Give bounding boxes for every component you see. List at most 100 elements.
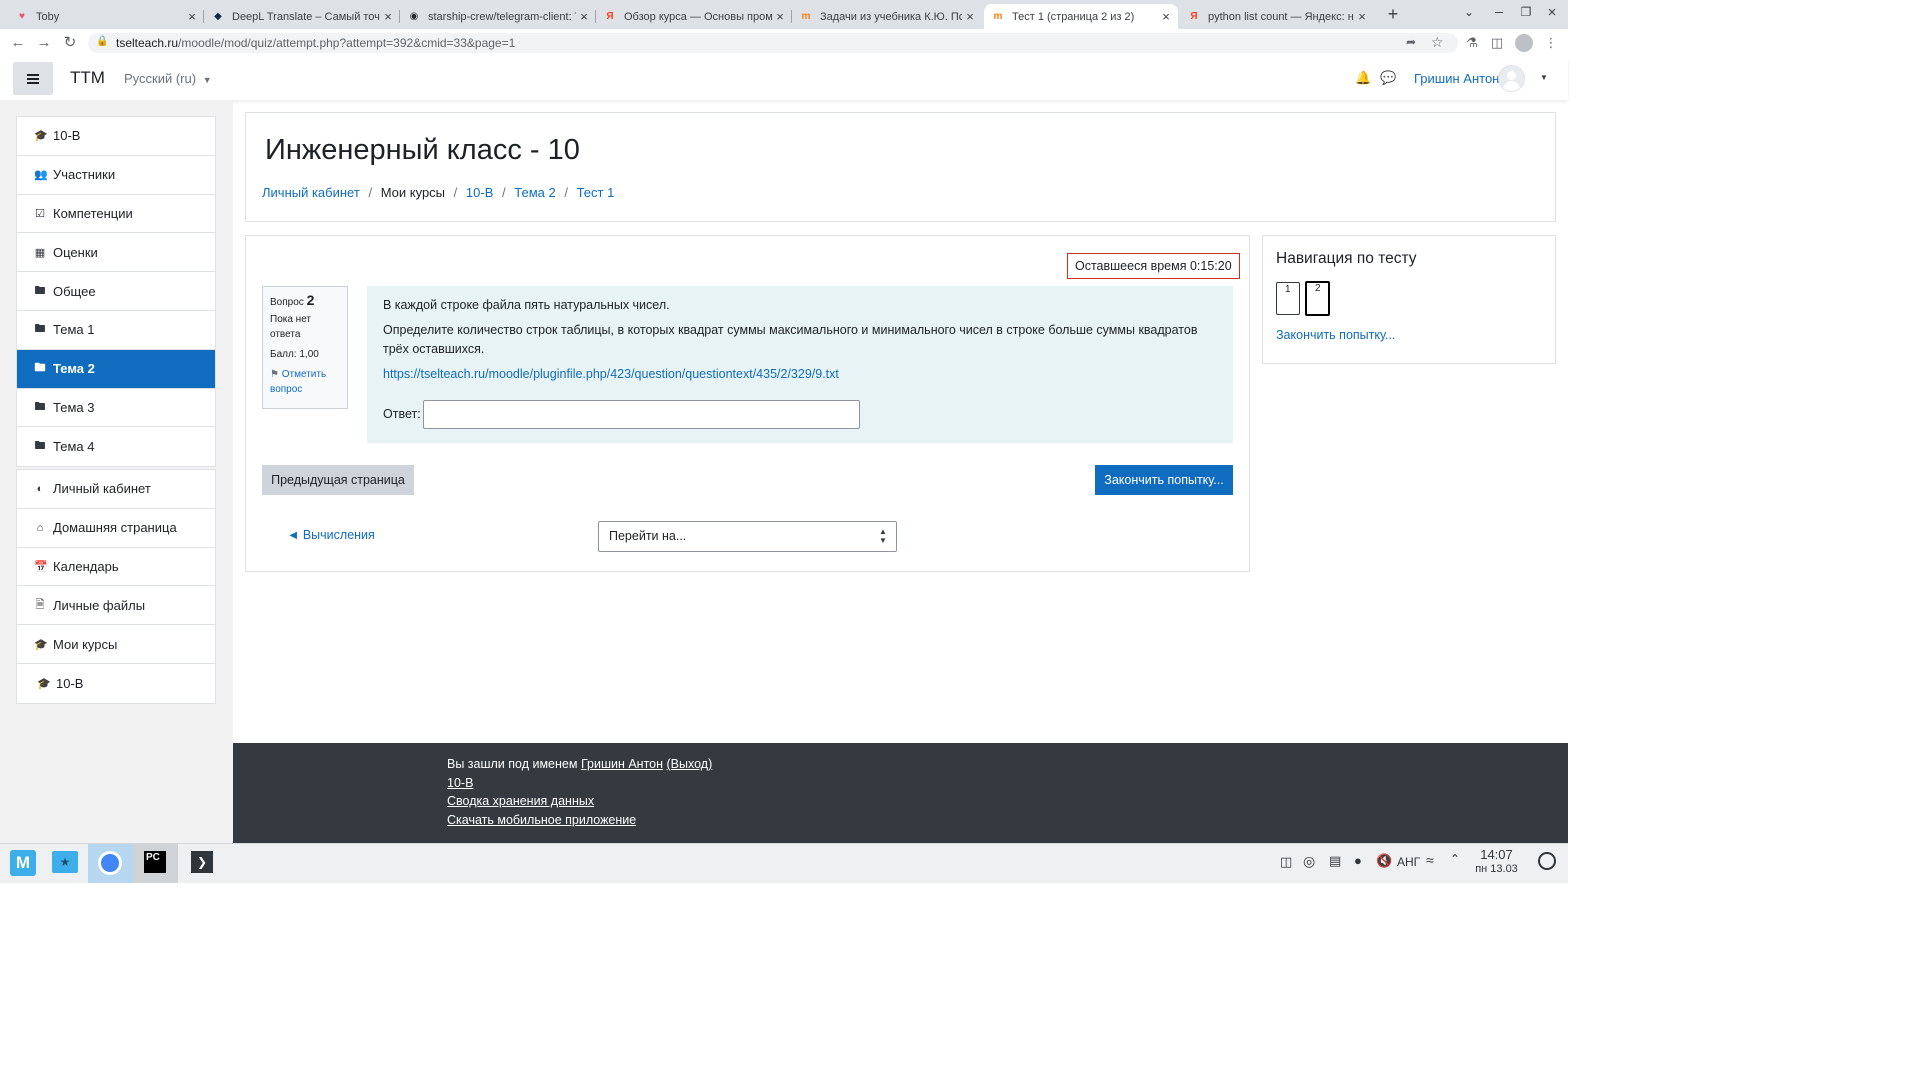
volume-muted-icon[interactable]: 🔇 bbox=[1376, 853, 1392, 869]
home-icon: ⌂ bbox=[36, 521, 44, 534]
language-menu[interactable]: Русский (ru) ▼ bbox=[124, 71, 212, 86]
answer-input[interactable] bbox=[422, 400, 860, 429]
close-tab-icon[interactable]: × bbox=[962, 9, 978, 24]
user-avatar[interactable] bbox=[1498, 65, 1525, 92]
question-status: Пока нет ответа bbox=[270, 314, 312, 340]
forward-icon[interactable]: → bbox=[34, 33, 54, 53]
yandex-icon: Я bbox=[606, 11, 614, 22]
site-info-lock-icon[interactable]: 🔒 bbox=[96, 36, 108, 47]
keyboard-layout[interactable]: АНГ bbox=[1397, 855, 1420, 869]
close-window-icon[interactable]: × bbox=[1543, 4, 1561, 22]
sidebar-item-topic-3[interactable]: 🖿 Тема 3 bbox=[17, 389, 215, 428]
close-tab-icon[interactable]: × bbox=[184, 9, 200, 24]
terminal-icon[interactable]: ❯ bbox=[191, 851, 213, 873]
app-launcher-icon[interactable]: M bbox=[10, 850, 36, 876]
chrome-icon bbox=[98, 851, 122, 875]
breadcrumb-dashboard[interactable]: Личный кабинет bbox=[262, 185, 360, 200]
sidebar-item-grades[interactable]: ▦ Оценки bbox=[17, 233, 215, 273]
quiz-timer: Оставшееся время 0:15:20 bbox=[1067, 253, 1240, 279]
clipboard-icon[interactable]: ◫ bbox=[1280, 854, 1292, 870]
side-panel-icon[interactable]: ◫ bbox=[1487, 33, 1507, 53]
sidebar-item-course-10v[interactable]: 🎓 10-В bbox=[17, 117, 215, 156]
new-tab-icon[interactable]: + bbox=[1383, 4, 1403, 24]
question-text-line2: Определите количество строк таблицы, в к… bbox=[383, 323, 1198, 356]
extensions-icon[interactable]: ⚗ bbox=[1462, 33, 1482, 53]
sidebar-item-label: Тема 2 bbox=[53, 361, 95, 377]
sidebar-item-dashboard[interactable]: ◐ Личный кабинет bbox=[17, 470, 215, 509]
browser-tab-course-overview[interactable]: Я Обзор курса — Основы промы × bbox=[596, 4, 792, 29]
sidebar-item-calendar[interactable]: 📅 Календарь bbox=[17, 548, 215, 587]
previous-page-button[interactable]: Предыдущая страница bbox=[262, 465, 414, 495]
previous-activity-link[interactable]: ◄ Вычисления bbox=[287, 528, 375, 542]
sidebar-item-label: Тема 4 bbox=[53, 439, 95, 455]
close-tab-icon[interactable]: × bbox=[576, 9, 592, 24]
drawer-toggle-button[interactable] bbox=[13, 62, 53, 95]
breadcrumb-course[interactable]: 10-В bbox=[466, 185, 493, 200]
close-tab-icon[interactable]: × bbox=[1354, 9, 1370, 24]
notes-icon[interactable]: ▤ bbox=[1329, 853, 1341, 869]
quiz-nav-button-1[interactable]: 1 bbox=[1276, 282, 1300, 315]
wifi-icon[interactable]: ≈ bbox=[1426, 852, 1434, 868]
address-bar[interactable]: 🔒 tselteach.ru/moodle/mod/quiz/attempt.p… bbox=[88, 33, 1458, 53]
sidebar-item-topic-2[interactable]: 🖿 Тема 2 bbox=[17, 349, 215, 389]
back-icon[interactable]: ← bbox=[8, 33, 28, 53]
footer-course-link[interactable]: 10-В bbox=[447, 776, 473, 790]
browser-tab-quiz-active[interactable]: m Тест 1 (страница 2 из 2) × bbox=[984, 4, 1178, 29]
tab-title: Задачи из учебника К.Ю. Поляк bbox=[820, 10, 962, 23]
messages-icon[interactable]: 💬 bbox=[1380, 70, 1396, 86]
footer-data-summary-link[interactable]: Сводка хранения данных bbox=[447, 794, 594, 808]
night-light-icon[interactable]: ● bbox=[1354, 853, 1362, 868]
file-manager-icon[interactable]: ★ bbox=[52, 851, 78, 873]
browser-tab-toby[interactable]: ♥ Toby × bbox=[8, 4, 204, 29]
user-menu-caret-icon[interactable]: ▼ bbox=[1540, 73, 1548, 82]
sidebar-item-participants[interactable]: 👥 Участники bbox=[17, 156, 215, 195]
browser-tab-polyakov-tasks[interactable]: m Задачи из учебника К.Ю. Поляк × bbox=[792, 4, 982, 29]
sidebar-item-my-courses[interactable]: 🎓 Мои курсы bbox=[17, 625, 215, 664]
sidebar-item-label: Личные файлы bbox=[53, 597, 146, 613]
close-tab-icon[interactable]: × bbox=[380, 9, 396, 24]
question-file-link[interactable]: https://tselteach.ru/moodle/pluginfile.p… bbox=[383, 365, 1217, 384]
finish-attempt-button[interactable]: Закончить попытку... bbox=[1095, 465, 1233, 495]
sidebar-item-home[interactable]: ⌂ Домашняя страница bbox=[17, 509, 215, 548]
clock[interactable]: 14:07 пн 13.03 bbox=[1474, 848, 1519, 876]
login-info: Вы зашли под именем Гришин Антон (Выход) bbox=[447, 755, 712, 774]
footer-mobile-app-link[interactable]: Скачать мобильное приложение bbox=[447, 813, 636, 827]
show-hidden-icons-icon[interactable]: ⌃ bbox=[1450, 852, 1460, 866]
sidebar-item-general[interactable]: 🖿 Общее bbox=[17, 272, 215, 311]
share-icon[interactable]: ➦ bbox=[1406, 35, 1416, 49]
show-desktop-icon[interactable] bbox=[1538, 852, 1556, 870]
footer-user-link[interactable]: Гришин Антон bbox=[581, 757, 663, 771]
browser-menu-icon[interactable]: ⋮ bbox=[1541, 33, 1561, 53]
minimize-window-icon[interactable]: – bbox=[1490, 3, 1508, 21]
quiz-nav-button-2-current[interactable]: 2 bbox=[1305, 281, 1330, 316]
footer-logout-link[interactable]: (Выход) bbox=[667, 757, 713, 771]
tab-search-icon[interactable]: ⌄ bbox=[1460, 5, 1478, 23]
bookmark-star-icon[interactable]: ☆ bbox=[1431, 34, 1444, 51]
browser-tab-deepl[interactable]: ◆ DeepL Translate – Самый точный × bbox=[204, 4, 400, 29]
browser-tab-github[interactable]: ◉ starship-crew/telegram-client: Te × bbox=[400, 4, 596, 29]
notifications-bell-icon[interactable]: 🔔 bbox=[1355, 70, 1371, 86]
jump-to-select[interactable]: Перейти на... ▲ ▼ bbox=[598, 521, 897, 552]
sidebar-item-private-files[interactable]: 🗎 Личные файлы bbox=[17, 586, 215, 626]
breadcrumb-quiz[interactable]: Тест 1 bbox=[577, 185, 615, 200]
flag-question-link[interactable]: ⚑ Отметить вопрос bbox=[270, 367, 340, 397]
sidebar-item-topic-1[interactable]: 🖿 Тема 1 bbox=[17, 311, 215, 350]
taskbar-item-chrome-active[interactable] bbox=[88, 844, 133, 883]
browser-tab-yandex-search[interactable]: Я python list count — Яндекс: нащ × bbox=[1180, 4, 1374, 29]
quiz-nav-finish-link[interactable]: Закончить попытку... bbox=[1276, 328, 1395, 342]
close-tab-icon[interactable]: × bbox=[1158, 9, 1174, 24]
sidebar-item-topic-4[interactable]: 🖿 Тема 4 bbox=[17, 427, 215, 466]
close-tab-icon[interactable]: × bbox=[772, 9, 788, 24]
sidebar-item-competencies[interactable]: ☑ Компетенции bbox=[17, 195, 215, 234]
profile-avatar-icon[interactable] bbox=[1515, 34, 1533, 52]
user-name[interactable]: Гришин Антон bbox=[1414, 71, 1499, 86]
taskbar-item-pycharm[interactable]: PC bbox=[133, 844, 178, 883]
restore-window-icon[interactable]: ❐ bbox=[1517, 5, 1535, 23]
tab-title: DeepL Translate – Самый точный bbox=[232, 10, 380, 23]
breadcrumb-topic[interactable]: Тема 2 bbox=[514, 185, 555, 200]
reload-icon[interactable]: ↻ bbox=[60, 33, 80, 53]
site-name[interactable]: ТТМ bbox=[70, 68, 105, 88]
sidebar-item-my-course-10v[interactable]: 🎓 10-В bbox=[17, 664, 215, 703]
kde-connect-icon[interactable]: ◎ bbox=[1303, 853, 1315, 870]
select-arrows-icon: ▲ ▼ bbox=[879, 527, 887, 545]
